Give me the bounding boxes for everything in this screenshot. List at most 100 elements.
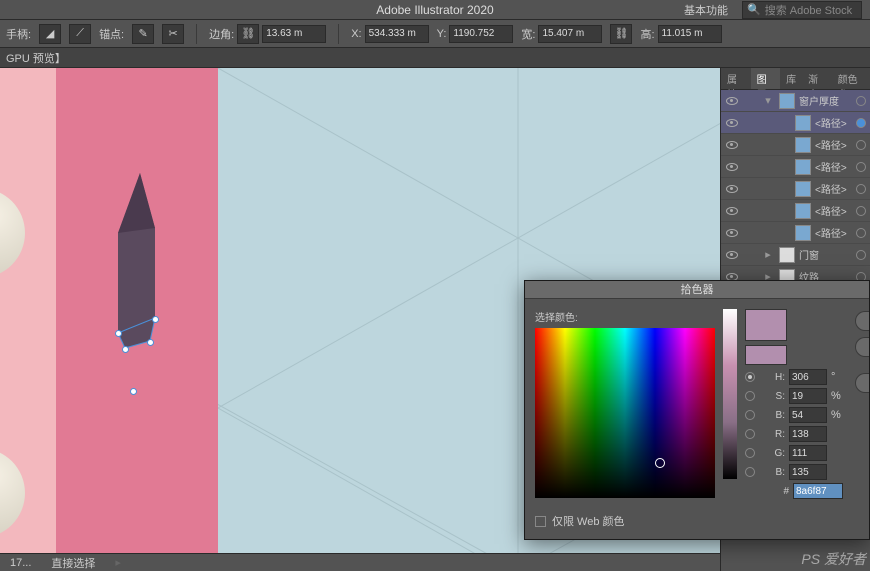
target-icon[interactable] [856,206,866,216]
cancel-button[interactable] [855,337,869,357]
spectrum-cursor[interactable] [655,458,665,468]
disclosure-icon[interactable]: ▸ [761,248,775,261]
color-H-input[interactable] [789,369,827,385]
anchor-cut-icon[interactable]: ✂ [162,24,184,44]
color-B-input[interactable] [789,407,827,423]
hex-input[interactable] [793,483,843,499]
lock-toggle[interactable] [743,160,757,174]
color-mode-radio-G[interactable] [745,448,755,458]
visibility-toggle[interactable] [725,226,739,240]
layer-row[interactable]: <路径> [721,222,870,244]
layer-name[interactable]: 门窗 [799,247,852,262]
lock-toggle[interactable] [743,138,757,152]
w-input[interactable] [538,25,602,43]
document-tab-bar: GPU 预览】 [0,48,870,68]
layer-thumbnail [795,225,811,241]
lock-toggle[interactable] [743,248,757,262]
color-picker-title: 拾色器 [525,281,869,299]
panel-tab-渐变[interactable]: 渐变 [802,68,832,89]
color-Bb-input[interactable] [789,464,827,480]
layer-name[interactable]: <路径> [815,225,852,240]
visibility-toggle[interactable] [725,116,739,130]
link-wh-icon[interactable]: ⛓ [610,24,632,44]
layer-name[interactable]: <路径> [815,159,852,174]
visibility-toggle[interactable] [725,138,739,152]
layer-row[interactable]: <路径> [721,200,870,222]
visibility-toggle[interactable] [725,182,739,196]
edge-link-icon[interactable]: ⛓ [237,24,259,44]
anchor-point[interactable] [122,346,129,353]
visibility-toggle[interactable] [725,248,739,262]
hue-slider[interactable] [723,309,737,479]
lock-toggle[interactable] [743,94,757,108]
panel-tab-库[interactable]: 库 [780,68,802,89]
color-mode-radio-B[interactable] [745,410,755,420]
workspace-switcher[interactable]: 基本功能 [684,2,728,18]
web-only-checkbox[interactable] [535,516,546,527]
layer-thumbnail [795,159,811,175]
handle-button-2[interactable]: ⟋ [69,24,91,44]
lock-toggle[interactable] [743,116,757,130]
visibility-toggle[interactable] [725,94,739,108]
y-input[interactable] [449,25,513,43]
zoom-level[interactable]: 17... [10,557,31,569]
layer-thumbnail [795,181,811,197]
layer-name[interactable]: <路径> [815,181,852,196]
color-G-input[interactable] [789,445,827,461]
x-input[interactable] [365,25,429,43]
layer-row[interactable]: <路径> [721,134,870,156]
color-H-label: H: [759,372,785,383]
status-bar: 17... 直接选择 ▸ [0,553,720,571]
color-S-label: S: [759,391,785,402]
color-S-input[interactable] [789,388,827,404]
ok-button[interactable] [855,311,869,331]
edge-angle-input[interactable] [262,25,326,43]
target-icon[interactable] [856,184,866,194]
layer-name[interactable]: <路径> [815,203,852,218]
layer-name[interactable]: <路径> [815,115,852,130]
layer-name[interactable]: <路径> [815,137,852,152]
target-icon[interactable] [856,118,866,128]
document-tab[interactable]: GPU 预览】 [6,50,66,66]
panel-tab-图层[interactable]: 图层 [751,68,781,89]
color-R-input[interactable] [789,426,827,442]
color-mode-radio-Bb[interactable] [745,467,755,477]
h-input[interactable] [658,25,722,43]
select-color-label: 选择颜色: [535,309,715,328]
layer-row[interactable]: ▾ 窗户厚度 [721,90,870,112]
visibility-toggle[interactable] [725,204,739,218]
layer-name[interactable]: 窗户厚度 [799,93,852,108]
target-icon[interactable] [856,96,866,106]
anchor-point[interactable] [147,339,154,346]
color-B-label: B: [759,410,785,421]
visibility-toggle[interactable] [725,160,739,174]
layer-row[interactable]: ▸ 门窗 [721,244,870,266]
anchor-convert-icon[interactable]: ✎ [132,24,154,44]
handle-button-1[interactable]: ◢ [39,24,61,44]
lock-toggle[interactable] [743,182,757,196]
color-mode-radio-S[interactable] [745,391,755,401]
color-mode-radio-R[interactable] [745,429,755,439]
panel-tab-属性[interactable]: 属性 [721,68,751,89]
anchor-point[interactable] [152,316,159,323]
web-only-label: 仅限 Web 颜色 [552,513,625,529]
target-icon[interactable] [856,140,866,150]
layer-row[interactable]: <路径> [721,112,870,134]
color-mode-radio-H[interactable] [745,372,755,382]
disclosure-icon[interactable]: ▾ [761,94,775,107]
lock-toggle[interactable] [743,226,757,240]
swatches-button[interactable] [855,373,869,393]
target-icon[interactable] [856,228,866,238]
layer-row[interactable]: <路径> [721,178,870,200]
target-icon[interactable] [856,250,866,260]
layer-row[interactable]: <路径> [721,156,870,178]
handle-label: 手柄: [6,26,31,42]
selected-shape[interactable] [110,173,190,393]
center-point[interactable] [130,388,137,395]
lock-toggle[interactable] [743,204,757,218]
target-icon[interactable] [856,162,866,172]
search-stock-input[interactable]: 🔍 搜索 Adobe Stock [742,1,862,19]
panel-tab-颜色参[interactable]: 颜色参 [832,68,870,89]
color-spectrum[interactable] [535,328,715,498]
anchor-point[interactable] [115,330,122,337]
